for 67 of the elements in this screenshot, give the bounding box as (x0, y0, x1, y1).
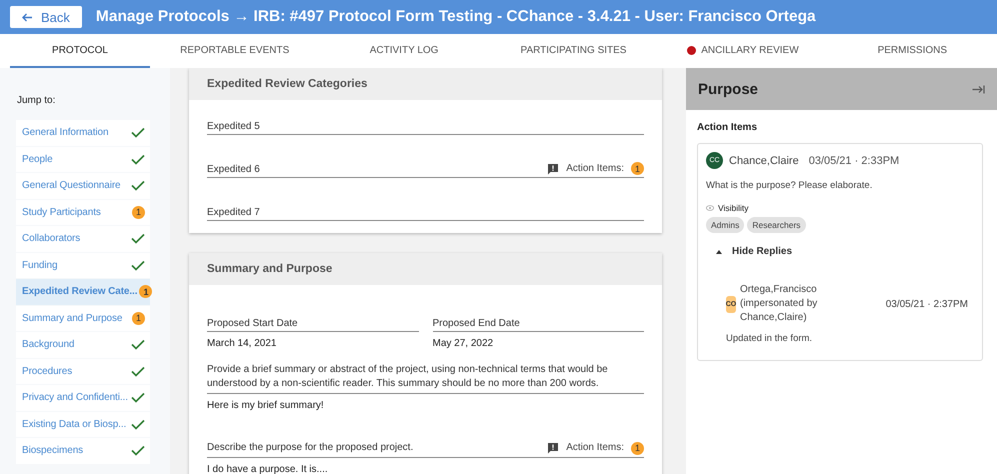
check-icon (131, 233, 145, 244)
back-arrow-icon (22, 12, 33, 22)
card-title: Summary and Purpose (189, 253, 662, 285)
check-icon (131, 418, 145, 430)
check-icon (131, 366, 145, 377)
role-chip: Researchers (747, 217, 806, 233)
tab[interactable]: PARTICIPATING SITES (488, 34, 658, 68)
comment-alert-icon (547, 442, 560, 454)
check-icon (131, 392, 145, 404)
check-icon (131, 339, 145, 350)
nav-item[interactable]: Procedures (16, 358, 150, 384)
comment-author: Chance,Claire (729, 154, 799, 166)
nav-item[interactable]: General Information (16, 120, 150, 146)
comment-alert-icon (547, 162, 560, 174)
field-label: Expedited 6 (207, 164, 260, 175)
answer-text: Here is my brief summary! (207, 400, 324, 411)
action-items-indicator[interactable]: Action Items: 1 (547, 162, 644, 175)
nav-item[interactable]: Summary and Purpose 1 (16, 306, 150, 331)
section-heading: Action Items (697, 122, 758, 133)
check-icon (131, 180, 145, 192)
question-label: Provide a brief summary or abstract of the project, using non-technical terms that would be understood by a non-scientific reader. This summary should be no more than 200 words. (207, 363, 609, 391)
tab[interactable]: ANCILLARY REVIEW (658, 34, 828, 68)
nav-item[interactable]: Study Participants 1 (16, 200, 150, 225)
nav-item[interactable]: General Questionnaire (16, 173, 150, 198)
check-icon (131, 445, 145, 456)
panel-title: Purpose (698, 80, 758, 98)
comment-time: 03/05/21 · 2:33PM (808, 154, 900, 166)
back-button[interactable]: Back (10, 6, 82, 28)
page-title: Manage Protocols → IRB: #497 Protocol Form Testing - CChance - 3.4.21 - User: Francisco Ortega (96, 8, 816, 26)
hide-replies-button[interactable]: Hide Replies (716, 246, 792, 257)
jump-to-label: Jump to: (17, 95, 56, 106)
question-label: Describe the purpose for the proposed project. (207, 441, 414, 455)
check-icon (131, 154, 145, 165)
field-value: May 27, 2022 (432, 338, 494, 349)
answer-text: I do have a purpose. It is.... (207, 464, 328, 474)
tab[interactable]: PERMISSIONS (828, 34, 997, 68)
caret-up-icon (716, 250, 722, 254)
nav-item[interactable]: People (16, 146, 150, 172)
reply-author: Ortega,Francisco (impersonated by Chance,Claire) (740, 283, 818, 325)
count-badge: 1 (132, 312, 145, 325)
tab[interactable]: ACTIVITY LOG (319, 34, 489, 68)
reply-time: 03/05/21 · 2:37PM (886, 298, 968, 310)
nav-item[interactable]: Expedited Review Cate... 1 (16, 279, 150, 304)
field-label: Expedited 7 (207, 207, 260, 218)
card-title: Expedited Review Categories (189, 68, 662, 100)
eye-icon (706, 205, 714, 211)
check-icon (131, 127, 145, 138)
check-icon (131, 260, 145, 271)
field-label: Proposed Start Date (207, 318, 298, 329)
field-label: Expedited 5 (207, 121, 260, 132)
action-items-indicator[interactable]: Action Items: 1 (547, 441, 644, 455)
count-badge: 1 (139, 285, 152, 298)
nav-item[interactable]: Biospecimens (16, 438, 150, 464)
field-value: March 14, 2021 (207, 338, 276, 349)
nav-item[interactable]: Background (16, 332, 150, 358)
nav-item[interactable]: Existing Data or Biosp... (16, 412, 150, 437)
nav-item[interactable]: Collaborators (16, 226, 150, 252)
nav-item[interactable]: Privacy and Confidenti... (16, 385, 150, 410)
role-chip: Admins (706, 217, 744, 233)
count-badge: 1 (132, 206, 145, 219)
reply-text: Updated in the form. (726, 333, 812, 344)
comment-text: What is the purpose? Please elaborate. (706, 180, 872, 191)
tab[interactable]: REPORTABLE EVENTS (150, 34, 320, 68)
field-label: Proposed End Date (432, 318, 520, 329)
collapse-panel-icon[interactable] (972, 84, 985, 94)
visibility-label: Visibility (718, 203, 749, 213)
nav-item[interactable]: Funding (16, 252, 150, 278)
